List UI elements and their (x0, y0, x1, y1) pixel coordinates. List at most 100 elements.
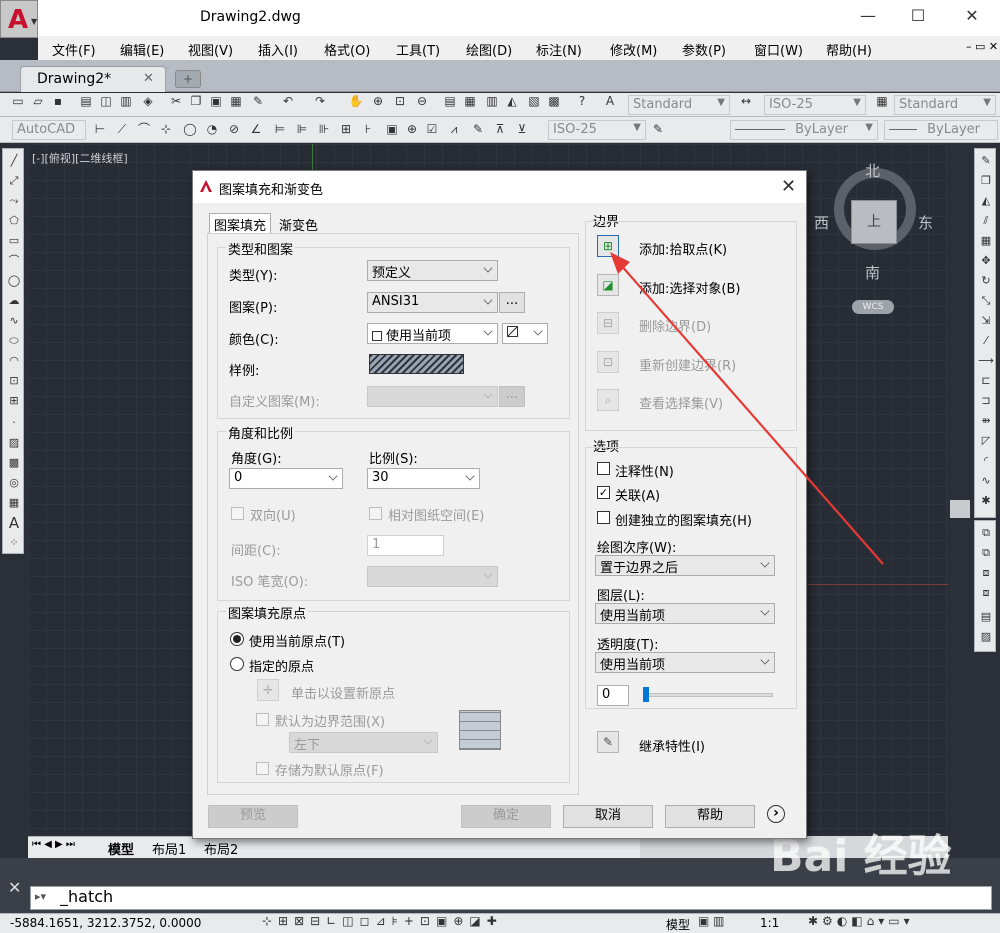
region-icon[interactable]: ◎ (6, 475, 22, 491)
help-icon[interactable]: ? (574, 93, 590, 109)
mirror-icon[interactable]: ◭ (978, 193, 994, 209)
tab-close-icon[interactable]: ✕ (143, 71, 154, 86)
paste-icon[interactable]: ▣ (208, 93, 224, 109)
click-set-origin-button[interactable]: ✛ (257, 679, 279, 701)
text-to-front-icon[interactable]: ▤ (978, 609, 994, 625)
chamfer-icon[interactable]: ◸ (978, 433, 994, 449)
menu-help[interactable]: 帮助(H) (826, 40, 872, 59)
compass-west[interactable]: 西 (814, 212, 829, 233)
rotate-icon[interactable]: ↻ (978, 273, 994, 289)
viewcube[interactable]: 上 (851, 200, 897, 244)
arc-icon[interactable]: ⌒ (6, 253, 22, 269)
document-window-controls[interactable]: – ▭ ✕ (966, 40, 998, 53)
center-mark-icon[interactable]: ⊕ (404, 121, 420, 137)
save-icon[interactable]: ▪ (50, 93, 66, 109)
sheet-set-icon[interactable]: ◭ (504, 93, 520, 109)
fillet-icon[interactable]: ◜ (978, 453, 994, 469)
spacing-input[interactable]: 1 (367, 535, 444, 556)
store-default-origin-checkbox[interactable] (256, 762, 269, 775)
command-close-icon[interactable]: ✕ (8, 878, 21, 897)
iso-pen-width-select[interactable] (367, 566, 498, 587)
tab-model[interactable]: 模型 (108, 839, 134, 858)
copy-object-icon[interactable]: ❐ (978, 173, 994, 189)
menu-parametric[interactable]: 参数(P) (682, 40, 726, 59)
transparency-value-input[interactable]: 0 (597, 685, 629, 706)
open-file-icon[interactable]: ▱ (30, 93, 46, 109)
publish-icon[interactable]: ▥ (118, 93, 134, 109)
table-style-select[interactable]: Standard ▼ (894, 95, 996, 115)
circle-icon[interactable]: ◯ (6, 273, 22, 289)
status-tray-icons[interactable]: ✱⚙◐◧⌂▾▭▾ (808, 914, 914, 928)
menu-format[interactable]: 格式(O) (324, 40, 370, 59)
multiline-text-icon[interactable]: A (6, 515, 22, 531)
menu-modify[interactable]: 修改(M) (610, 40, 657, 59)
blend-icon[interactable]: ∿ (978, 473, 994, 489)
menu-dimension[interactable]: 标注(N) (536, 40, 582, 59)
inherit-properties-button[interactable]: ✎ (597, 731, 619, 753)
angle-select[interactable]: 0 (229, 468, 343, 489)
line-icon[interactable]: ╱ (6, 153, 22, 169)
ellipse-icon[interactable]: ⬭ (6, 333, 22, 349)
menu-draw[interactable]: 绘图(D) (466, 40, 512, 59)
dim-style-select-2[interactable]: ISO-25 ▼ (548, 120, 646, 140)
hatch-icon[interactable]: ▨ (6, 435, 22, 451)
trim-icon[interactable]: ⁄ (978, 333, 994, 349)
vertical-scrollbar-thumb[interactable] (950, 500, 970, 518)
transparency-slider-thumb[interactable] (643, 687, 649, 702)
dim-break-icon[interactable]: ⊦ (360, 121, 376, 137)
bring-above-icon[interactable]: ⧈ (978, 565, 994, 581)
layer-select[interactable]: 使用当前项 (595, 603, 775, 624)
join-icon[interactable]: ⇻ (978, 413, 994, 429)
baseline-dim-icon[interactable]: ⊫ (294, 121, 310, 137)
compass-east[interactable]: 东 (918, 212, 933, 233)
dim-style-select[interactable]: ISO-25 ▼ (764, 95, 866, 115)
polyline-icon[interactable]: ⤳ (6, 193, 22, 209)
tab-hatch[interactable]: 图案填充 (209, 213, 272, 234)
aligned-dim-icon[interactable]: ⟋ (114, 121, 130, 137)
continue-dim-icon[interactable]: ⊪ (316, 121, 332, 137)
revcloud-icon[interactable]: ☁ (6, 293, 22, 309)
inherit-properties-label[interactable]: 继承特性(I) (639, 736, 705, 755)
ordinate-dim-icon[interactable]: ⊹ (158, 121, 174, 137)
tab-layout1[interactable]: 布局1 (152, 839, 186, 858)
bring-to-front-icon[interactable]: ⧉ (978, 525, 994, 541)
dialog-close-button[interactable]: ✕ (781, 176, 796, 197)
compass-north[interactable]: 北 (865, 160, 880, 181)
insert-block-icon[interactable]: ⊡ (6, 373, 22, 389)
angular-dim-icon[interactable]: ∠ (248, 121, 264, 137)
zoom-previous-icon[interactable]: ⊖ (414, 93, 430, 109)
offset-icon[interactable]: ⫽ (978, 213, 994, 229)
move-icon[interactable]: ✥ (978, 253, 994, 269)
3d-print-icon[interactable]: ◈ (140, 93, 156, 109)
new-file-icon[interactable]: ▭ (10, 93, 26, 109)
quick-view-layouts-icon[interactable]: ▣ ▥ (698, 914, 725, 928)
ok-button[interactable]: 确定 (461, 805, 551, 828)
tab-layout2[interactable]: 布局2 (204, 839, 238, 858)
pattern-select[interactable]: ANSI31 (367, 292, 498, 313)
custom-browse-button[interactable]: ... (499, 386, 525, 407)
double-checkbox[interactable] (231, 507, 244, 520)
paste-special-icon[interactable]: ▦ (228, 93, 244, 109)
maximize-button[interactable]: ☐ (908, 6, 928, 26)
linear-dim-icon[interactable]: ⊢ (92, 121, 108, 137)
menu-insert[interactable]: 插入(I) (258, 40, 298, 59)
add-selected-icon[interactable]: ⁘ (6, 535, 22, 551)
custom-pattern-select[interactable] (367, 386, 498, 407)
jogged-dim-icon[interactable]: ◔ (204, 121, 220, 137)
color-select[interactable]: 使用当前项 (367, 323, 498, 344)
send-to-back-icon[interactable]: ⧉ (978, 545, 994, 561)
preview-button[interactable]: 预览 (208, 805, 298, 828)
gradient-icon[interactable]: ▩ (6, 455, 22, 471)
design-center-icon[interactable]: ▦ (462, 93, 478, 109)
quickcalc-icon[interactable]: ▩ (546, 93, 562, 109)
jogged-linear-icon[interactable]: ⩘ (446, 121, 462, 137)
close-button[interactable]: ✕ (962, 6, 982, 26)
make-block-icon[interactable]: ⊞ (6, 393, 22, 409)
background-color-select[interactable] (502, 323, 548, 344)
linetype-select[interactable]: ByLayer ▼ (730, 120, 878, 140)
help-button[interactable]: 帮助 (665, 805, 755, 828)
tab-drawing2[interactable]: Drawing2* ✕ (20, 66, 166, 92)
default-extent-checkbox[interactable] (256, 713, 269, 726)
rectangle-icon[interactable]: ▭ (6, 233, 22, 249)
pan-icon[interactable]: ✋ (348, 93, 364, 109)
